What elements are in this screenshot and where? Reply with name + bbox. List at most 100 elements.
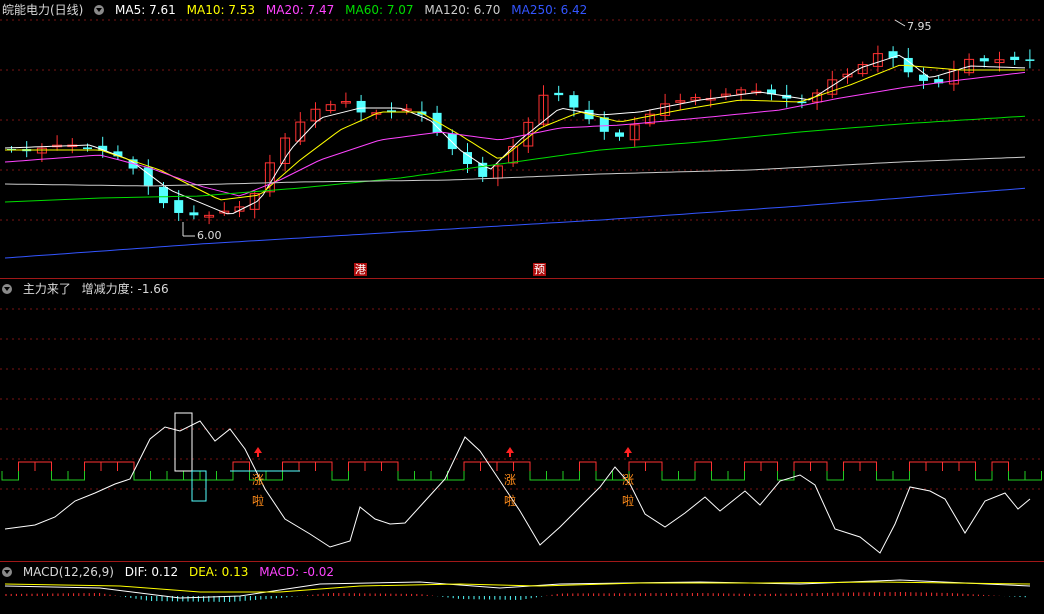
step-down (727, 471, 745, 481)
step-down (529, 471, 547, 481)
step-up (298, 461, 316, 471)
candle-body (447, 133, 457, 150)
dea-value: DEA: 0.13 (188, 565, 249, 579)
stock-title: 皖能电力(日线) (2, 3, 84, 17)
candle-body (554, 92, 564, 96)
high-price-label: 7.95 (907, 20, 932, 33)
step-up (348, 461, 366, 471)
step-up (925, 461, 943, 471)
step-up (315, 461, 333, 471)
step-down (546, 471, 564, 481)
step-down (975, 471, 993, 481)
step-up (744, 461, 762, 471)
step-up (496, 461, 514, 471)
step-up (513, 461, 531, 471)
indicator-legend: 主力来了 增减力度: -1.66 (2, 281, 176, 297)
step-up (84, 461, 102, 471)
ma120-value: MA120: 6.70 (424, 3, 501, 17)
step-up (34, 461, 52, 471)
step-up (282, 461, 300, 471)
step-up (364, 461, 382, 471)
step-up (909, 461, 927, 471)
candle-body (159, 186, 168, 204)
signal-label: 涨 (252, 473, 265, 487)
ma60-line (4, 115, 1026, 203)
signal-label: 啦 (622, 494, 635, 508)
candle-body (569, 95, 579, 108)
step-down (661, 471, 679, 481)
ma60-value: MA60: 7.07 (345, 3, 414, 17)
signal-label: 涨 (622, 473, 635, 487)
dif-value: DIF: 0.12 (124, 565, 179, 579)
high-leader (894, 19, 906, 27)
step-down (562, 471, 580, 481)
step-up (958, 461, 976, 471)
signal-box (174, 412, 193, 472)
step-up (628, 461, 646, 471)
step-up (117, 461, 135, 471)
signal-label: 啦 (252, 494, 265, 508)
step-down (826, 471, 844, 481)
candle-body (189, 212, 199, 216)
indicator-value: 增减力度: -1.66 (81, 282, 169, 296)
signal-label: 涨 (504, 473, 517, 487)
event-marker-yu[interactable]: 预 (533, 263, 546, 276)
step-down (447, 471, 465, 481)
kline-legend: 皖能电力(日线) MA5: 7.61 MA10: 7.53 MA20: 7.47… (2, 2, 594, 18)
event-marker-gang[interactable]: 港 (354, 263, 367, 276)
step-up (991, 461, 1009, 471)
ma250-value: MA250: 6.42 (511, 3, 588, 17)
indicator-title: 主力来了 (22, 282, 71, 296)
ma5-line (4, 54, 1026, 215)
candle-body (1010, 56, 1020, 61)
step-up (381, 461, 399, 471)
kline-chart-pane[interactable]: 皖能电力(日线) MA5: 7.61 MA10: 7.53 MA20: 7.47… (0, 0, 1044, 278)
candle-body (615, 132, 624, 137)
low-price-label: 6.00 (197, 229, 222, 242)
step-down (265, 471, 283, 481)
candle-body (463, 152, 472, 164)
signal-box-down (191, 470, 207, 502)
step-up (645, 461, 663, 471)
step-up (579, 461, 597, 471)
ma5-value: MA5: 7.61 (115, 3, 176, 17)
candle-body (1025, 59, 1035, 61)
macd-pane[interactable]: MACD(12,26,9) DIF: 0.12 DEA: 0.13 MACD: … (0, 562, 1044, 614)
step-down (595, 471, 613, 481)
ma10-line (5, 64, 1025, 201)
step-down (331, 471, 349, 481)
settings-icon[interactable] (94, 5, 105, 15)
step-up (100, 461, 118, 471)
step-up (694, 461, 712, 471)
oscillator-line (4, 420, 1031, 554)
step-up (859, 461, 877, 471)
indicator-chart[interactable] (0, 279, 1044, 561)
signal-label: 啦 (504, 494, 517, 508)
candle-body (174, 200, 184, 213)
step-down (216, 471, 234, 481)
step-down (397, 471, 415, 481)
step-up (463, 461, 481, 471)
step-down (777, 471, 795, 481)
ma10-value: MA10: 7.53 (186, 3, 256, 17)
indicator-pane[interactable]: 主力来了 增减力度: -1.66 涨啦涨啦涨啦 (0, 279, 1044, 561)
step-down (1024, 471, 1042, 481)
step-down (1008, 471, 1026, 481)
step-up (760, 461, 778, 471)
step-down (166, 471, 184, 481)
step-down (414, 471, 432, 481)
settings-icon[interactable] (2, 284, 12, 294)
step-up (810, 461, 828, 471)
ma20-value: MA20: 7.47 (265, 3, 335, 17)
step-up (793, 461, 811, 471)
step-down (133, 471, 151, 481)
kline-chart[interactable] (0, 0, 1044, 278)
settings-icon[interactable] (2, 567, 12, 577)
candle-body (599, 117, 609, 132)
step-down (67, 471, 85, 481)
step-up (18, 461, 36, 471)
step-down (876, 471, 894, 481)
step-down (51, 471, 69, 481)
macd-value: MACD: -0.02 (259, 565, 335, 579)
step-up (942, 461, 960, 471)
